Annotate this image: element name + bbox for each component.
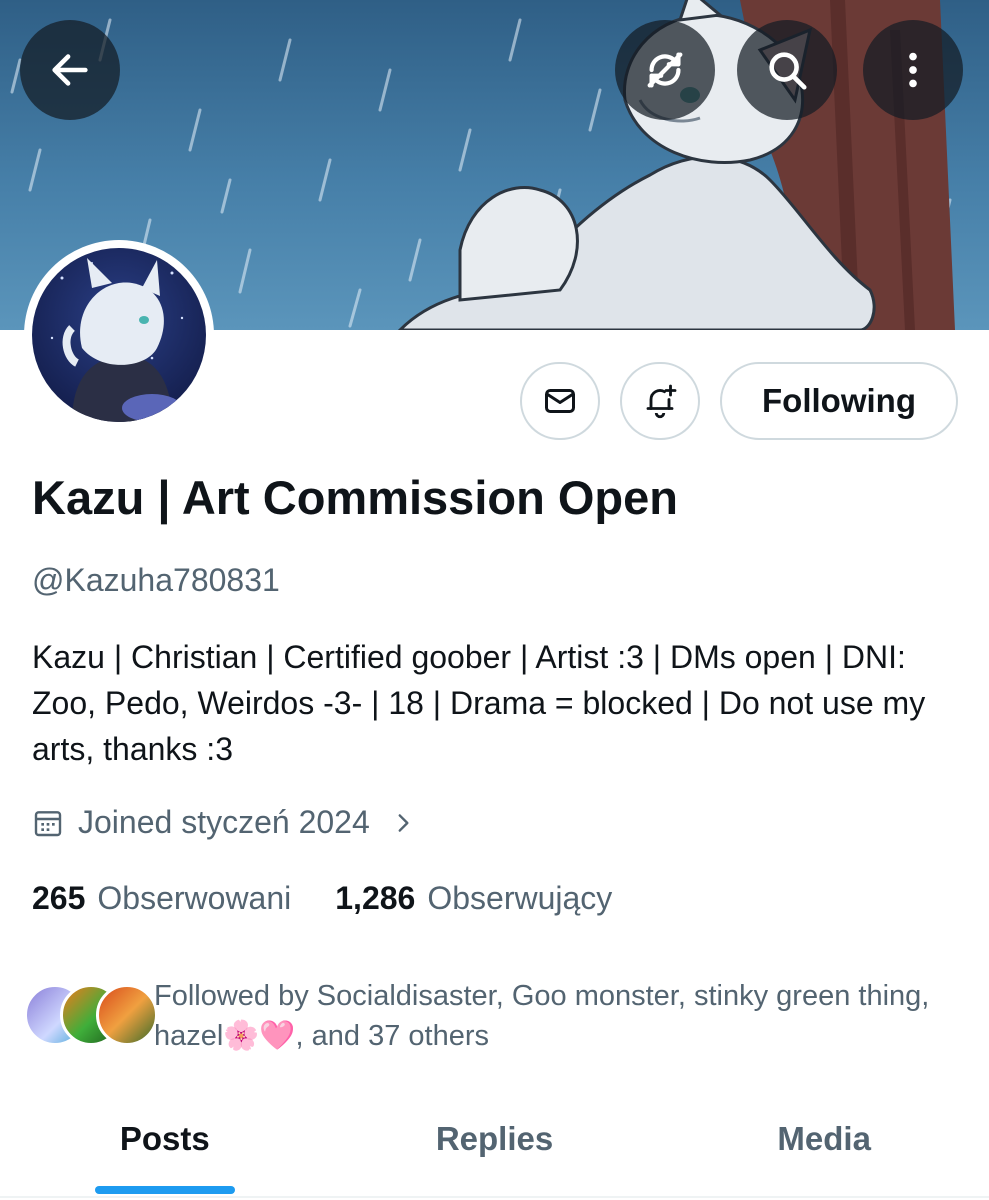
envelope-icon [545,389,575,413]
sync-off-icon [647,52,683,88]
tab-media[interactable]: Media [659,1090,989,1200]
display-name: Kazu | Art Commission Open [32,471,678,524]
handle: @Kazuha780831 [32,562,280,598]
search-button[interactable] [737,20,837,120]
following-count: 265 [32,880,86,916]
follower-avatar [96,984,158,1046]
search-icon [769,52,807,90]
bell-plus-icon [646,384,677,419]
joined-text: Joined styczeń 2024 [78,804,370,840]
active-tab-indicator [95,1186,235,1194]
notify-button[interactable] [620,362,700,440]
more-vertical-icon [909,52,917,88]
followers-count: 1,286 [335,880,416,916]
calendar-icon [34,810,62,836]
back-button[interactable] [20,20,120,120]
joined-date[interactable]: Joined styczeń 2024 [32,804,416,841]
sync-off-button[interactable] [615,20,715,120]
following-count-link[interactable]: 265 Obserwowani [32,880,291,917]
profile-tabs: Posts Replies Media [0,1090,989,1200]
message-button[interactable] [520,362,600,440]
following-label: Obserwowani [97,880,292,916]
following-button[interactable]: Following [720,362,958,440]
divider [0,1196,989,1198]
tab-replies[interactable]: Replies [330,1090,660,1200]
follow-counts: 265 Obserwowani 1,286 Obserwujący [32,880,612,917]
arrow-left-icon [52,54,88,86]
followers-count-link[interactable]: 1,286 Obserwujący [335,880,612,917]
avatar[interactable] [24,240,214,430]
avatar-image [32,248,206,422]
bio: Kazu | Christian | Certified goober | Ar… [32,639,926,767]
followed-by-avatars[interactable] [24,978,158,1048]
tab-posts[interactable]: Posts [0,1090,330,1200]
followers-label: Obserwujący [427,880,613,916]
chevron-right-icon [398,813,409,832]
more-options-button[interactable] [863,20,963,120]
followed-by-text[interactable]: Followed by Socialdisaster, Goo monster,… [154,976,954,1056]
